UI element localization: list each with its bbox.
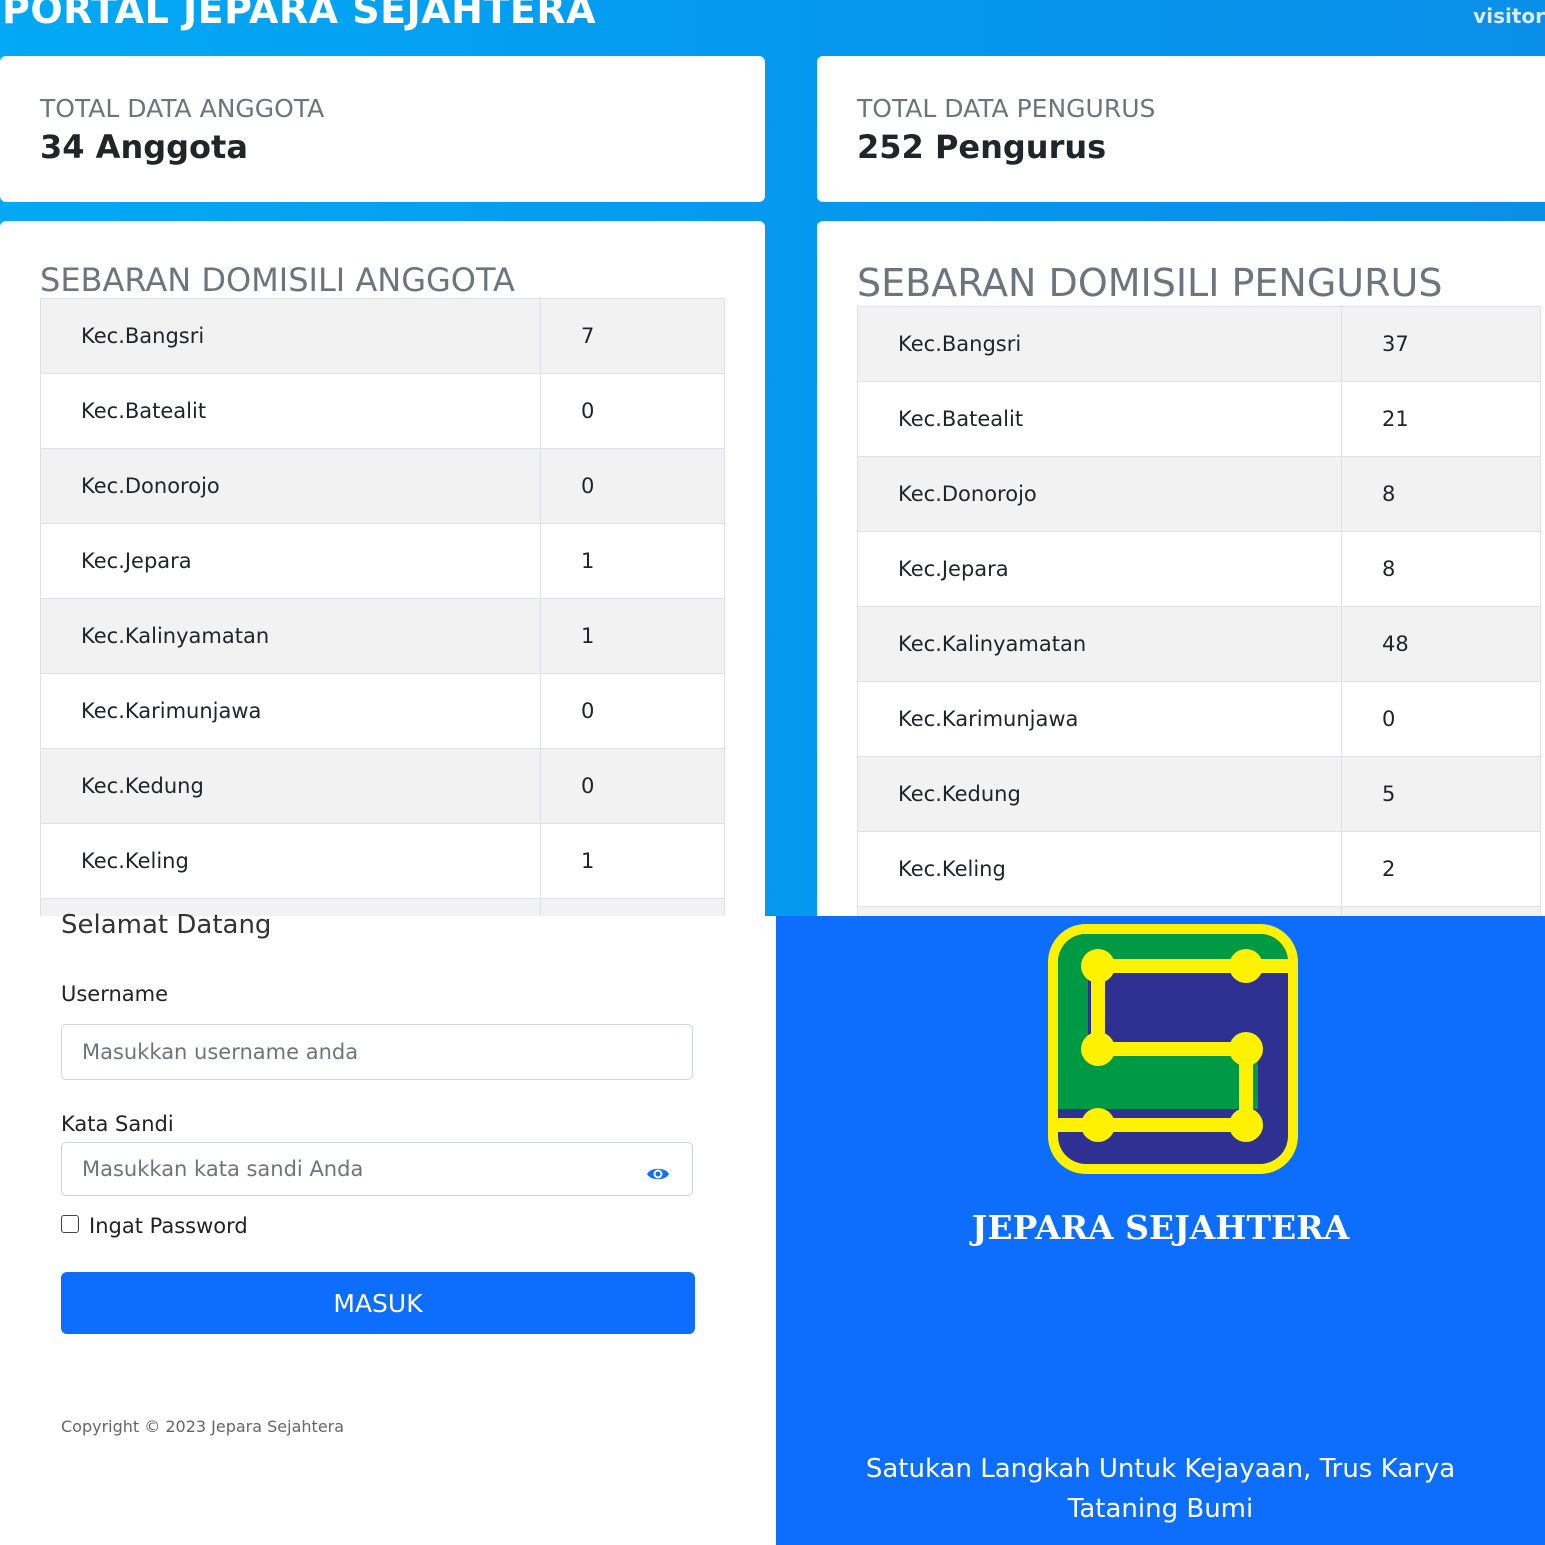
tagline-line-1: Satukan Langkah Untuk Kejayaan, Trus Kar… <box>865 1454 1456 1484</box>
table-row: Kec.Kalinyamatan 1 <box>40 598 725 674</box>
district-count: 1 <box>540 823 725 899</box>
table-row <box>857 906 1541 916</box>
district-name: Kec.Batealit <box>857 381 1342 457</box>
district-name: Kec.Kalinyamatan <box>40 598 541 674</box>
district-name: Kec.Keling <box>857 831 1342 907</box>
domisili-anggota-table: Kec.Bangsri 7 Kec.Batealit 0 Kec.Donorojo 0 Ke… <box>40 298 725 916</box>
district-count: 48 <box>1341 606 1541 682</box>
total-pengurus-value: 252 Pengurus <box>857 128 1107 166</box>
district-name: Kec.Kedung <box>40 748 541 824</box>
district-count: 37 <box>1341 306 1541 382</box>
table-row: Kec.Karimunjawa 0 <box>857 681 1541 757</box>
total-anggota-value: 34 Anggota <box>40 128 248 166</box>
remember-label: Ingat Password <box>89 1214 248 1238</box>
district-count: 21 <box>1341 381 1541 457</box>
password-input[interactable]: Masukkan kata sandi Anda <box>61 1142 693 1196</box>
district-name: Kec.Kalinyamatan <box>857 606 1342 682</box>
district-count: 7 <box>540 298 725 374</box>
dashboard-panel: PORTAL JEPARA SEJAHTERA visitor TOTAL DA… <box>0 0 1545 916</box>
table-row: Kec.Batealit 21 <box>857 381 1541 457</box>
district-name: Kec.Batealit <box>40 373 541 449</box>
table-row: Kec.Kalinyamatan 48 <box>857 606 1541 682</box>
password-placeholder: Masukkan kata sandi Anda <box>82 1157 364 1181</box>
remember-checkbox[interactable] <box>61 1215 79 1233</box>
welcome-heading: Selamat Datang <box>61 910 272 940</box>
password-label: Kata Sandi <box>61 1112 174 1136</box>
district-count: 1 <box>540 598 725 674</box>
district-count: 2 <box>1341 831 1541 907</box>
district-count: 5 <box>1341 756 1541 832</box>
district-name: Kec.Donorojo <box>40 448 541 524</box>
district-count: 1 <box>540 523 725 599</box>
total-pengurus-label: TOTAL DATA PENGURUS <box>857 94 1156 123</box>
table-row: Kec.Keling 2 <box>857 831 1541 907</box>
district-name: Kec.Jepara <box>857 531 1342 607</box>
total-anggota-card: TOTAL DATA ANGGOTA 34 Anggota <box>0 56 765 202</box>
table-row: Kec.Kedung 5 <box>857 756 1541 832</box>
district-name: Kec.Bangsri <box>857 306 1342 382</box>
portal-title: PORTAL JEPARA SEJAHTERA <box>2 0 597 32</box>
district-name: Kec.Kedung <box>857 756 1342 832</box>
table-row: Kec.Bangsri 37 <box>857 306 1541 382</box>
domisili-anggota-title: SEBARAN DOMISILI ANGGOTA <box>40 261 515 299</box>
username-placeholder: Masukkan username anda <box>82 1040 359 1064</box>
table-row: Kec.Batealit 0 <box>40 373 725 449</box>
district-count: 0 <box>540 748 725 824</box>
table-row: Kec.Keling 1 <box>40 823 725 899</box>
table-row: Kec.Karimunjawa 0 <box>40 673 725 749</box>
district-name: Kec.Karimunjawa <box>857 681 1342 757</box>
table-row: Kec.Kedung 0 <box>40 748 725 824</box>
table-row: Kec.Donorojo 8 <box>857 456 1541 532</box>
username-input[interactable]: Masukkan username anda <box>61 1024 693 1080</box>
jepara-sejahtera-logo-icon <box>1048 924 1298 1174</box>
domisili-anggota-card: SEBARAN DOMISILI ANGGOTA Kec.Bangsri 7 Kec… <box>0 221 765 916</box>
brand-tagline: Satukan Langkah Untuk Kejayaan, Trus Kar… <box>776 1449 1545 1529</box>
total-anggota-label: TOTAL DATA ANGGOTA <box>40 94 325 123</box>
username-label: Username <box>61 982 169 1006</box>
tagline-line-2: Tataning Bumi <box>1067 1494 1254 1524</box>
masuk-button[interactable]: MASUK <box>61 1272 695 1334</box>
district-name: Kec.Jepara <box>40 523 541 599</box>
copyright-text: Copyright © 2023 Jepara Sejahtera <box>61 1417 345 1436</box>
domisili-pengurus-table: Kec.Bangsri 37 Kec.Batealit 21 Kec.Donorojo 8… <box>857 306 1541 916</box>
district-count: 0 <box>540 673 725 749</box>
eye-icon[interactable] <box>646 1164 670 1188</box>
visitor-link[interactable]: visitor <box>1473 4 1545 28</box>
district-count: 0 <box>1341 681 1541 757</box>
district-name: Kec.Keling <box>40 823 541 899</box>
district-count: 0 <box>540 448 725 524</box>
table-row: Kec.Donorojo 0 <box>40 448 725 524</box>
district-count: 0 <box>540 373 725 449</box>
brand-name: JEPARA SEJAHTERA <box>971 1208 1350 1247</box>
district-name: Kec.Bangsri <box>40 298 541 374</box>
table-row: Kec.Jepara 1 <box>40 523 725 599</box>
district-count: 8 <box>1341 456 1541 532</box>
domisili-pengurus-card: SEBARAN DOMISILI PENGURUS Kec.Bangsri 37 K… <box>817 221 1545 916</box>
table-row: Kec.Jepara 8 <box>857 531 1541 607</box>
district-name: Kec.Donorojo <box>857 456 1342 532</box>
district-count: 8 <box>1341 531 1541 607</box>
total-pengurus-card: TOTAL DATA PENGURUS 252 Pengurus <box>817 56 1545 202</box>
brand-panel: JEPARA SEJAHTERA Satukan Langkah Untuk K… <box>776 916 1545 1545</box>
domisili-pengurus-title: SEBARAN DOMISILI PENGURUS <box>857 261 1443 305</box>
district-name: Kec.Karimunjawa <box>40 673 541 749</box>
table-row: Kec.Bangsri 7 <box>40 298 725 374</box>
